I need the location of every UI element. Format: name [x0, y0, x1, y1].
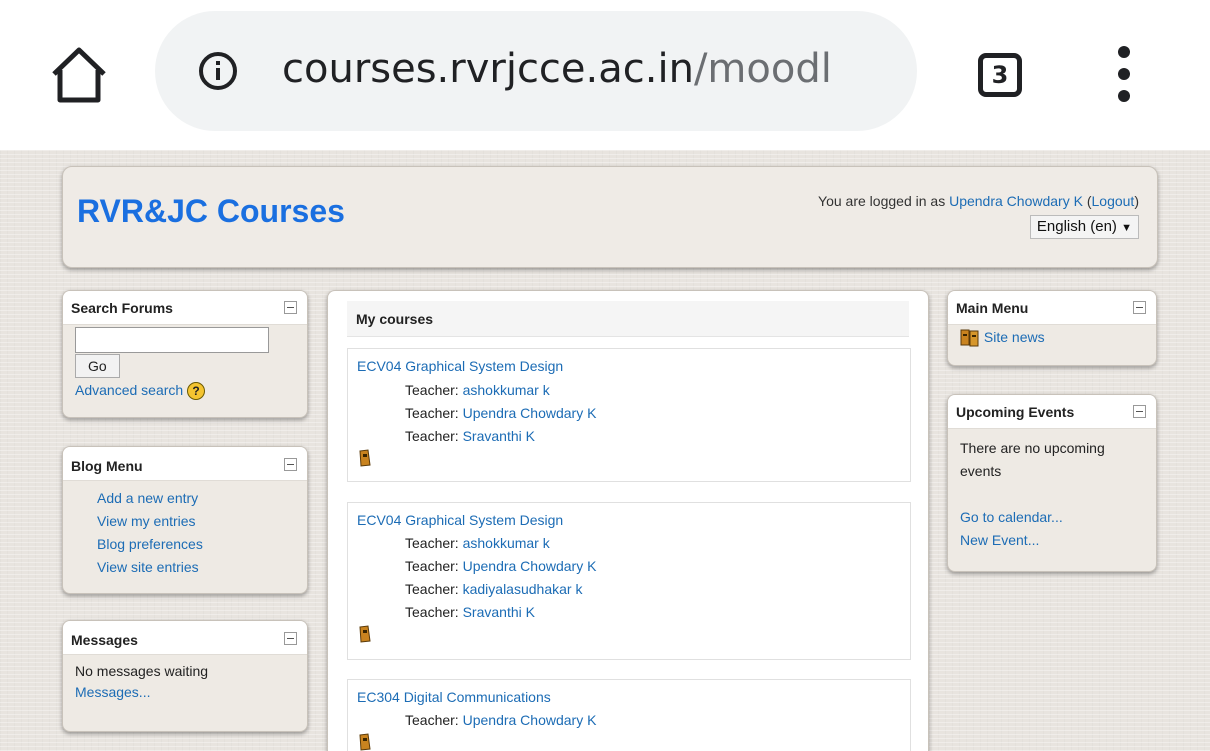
language-value: English (en) [1036, 218, 1117, 235]
moodle-page: RVR&JC Courses You are logged in as Upen… [0, 150, 1210, 751]
upcoming-events-block: Upcoming Events There are no upcoming ev… [947, 394, 1157, 572]
block-header: Blog Menu [63, 447, 307, 481]
teacher-label: Teacher: [405, 581, 463, 597]
teacher-link[interactable]: Upendra Chowdary K [463, 405, 597, 421]
home-icon[interactable] [48, 44, 110, 106]
block-title: Search Forums [71, 300, 173, 316]
teacher-link[interactable]: ashokkumar k [463, 382, 550, 398]
block-header: Search Forums [63, 291, 307, 325]
collapse-icon[interactable] [284, 632, 297, 645]
teacher-row: Teacher: Sravanthi K [405, 428, 535, 444]
url-text[interactable]: courses.rvrjcce.ac.in/moodl [282, 39, 832, 99]
go-to-calendar-link[interactable]: Go to calendar... [960, 506, 1144, 529]
teacher-label: Teacher: [405, 712, 463, 728]
teacher-row: Teacher: Sravanthi K [405, 604, 535, 620]
overflow-menu-icon[interactable] [1112, 42, 1136, 106]
url-path: /moodl [693, 46, 832, 92]
tabs-icon[interactable]: 3 [978, 53, 1022, 97]
block-header: Upcoming Events [948, 395, 1156, 429]
url-host: courses.rvrjcce.ac.in [282, 46, 694, 92]
course-link[interactable]: ECV04 Graphical System Design [357, 358, 563, 374]
teacher-link[interactable]: Upendra Chowdary K [463, 712, 597, 728]
forum-icon [960, 329, 980, 347]
blog-add-entry-link[interactable]: Add a new entry [97, 487, 307, 510]
logout-link[interactable]: Logout [1092, 193, 1135, 209]
block-header: Main Menu [948, 291, 1156, 325]
course-link[interactable]: EC304 Digital Communications [357, 689, 551, 705]
block-title: Blog Menu [71, 458, 143, 474]
teacher-row: Teacher: Upendra Chowdary K [405, 712, 596, 728]
teacher-label: Teacher: [405, 428, 463, 444]
course-item: ECV04 Graphical System Design Teacher: a… [347, 502, 911, 660]
teacher-link[interactable]: Sravanthi K [463, 604, 535, 620]
login-info: You are logged in as Upendra Chowdary K … [818, 193, 1139, 209]
teacher-label: Teacher: [405, 535, 463, 551]
messages-block: Messages No messages waiting Messages... [62, 620, 308, 732]
assignment-icon[interactable] [358, 733, 372, 751]
assignment-icon[interactable] [358, 625, 372, 643]
tab-count: 3 [991, 61, 1009, 89]
my-courses-header: My courses [347, 301, 909, 337]
search-input[interactable] [75, 327, 269, 353]
chevron-down-icon: ▼ [1121, 222, 1132, 234]
course-item: ECV04 Graphical System Design Teacher: a… [347, 348, 911, 482]
logout-close: ) [1134, 193, 1139, 209]
main-menu-block: Main Menu Site news [947, 290, 1157, 366]
teacher-label: Teacher: [405, 405, 463, 421]
teacher-link[interactable]: Sravanthi K [463, 428, 535, 444]
events-status: There are no upcoming events [960, 440, 1105, 479]
advanced-search-link[interactable]: Advanced search [75, 382, 183, 398]
block-title: Upcoming Events [956, 404, 1075, 420]
collapse-icon[interactable] [284, 458, 297, 471]
site-header: RVR&JC Courses You are logged in as Upen… [62, 166, 1158, 268]
browser-toolbar: courses.rvrjcce.ac.in/moodl 3 [0, 0, 1210, 150]
messages-link[interactable]: Messages... [75, 682, 295, 703]
teacher-link[interactable]: kadiyalasudhakar k [463, 581, 583, 597]
block-title: Main Menu [956, 300, 1029, 316]
blog-view-site-entries-link[interactable]: View site entries [97, 556, 307, 579]
block-header: Messages [63, 621, 307, 655]
my-courses-title: My courses [356, 311, 434, 327]
collapse-icon[interactable] [1133, 405, 1146, 418]
search-forums-block: Search Forums Go Advanced search ? [62, 290, 308, 418]
teacher-label: Teacher: [405, 558, 463, 574]
address-bar[interactable]: courses.rvrjcce.ac.in/moodl [155, 11, 917, 131]
course-item: EC304 Digital Communications Teacher: Up… [347, 679, 911, 751]
teacher-row: Teacher: kadiyalasudhakar k [405, 581, 582, 597]
teacher-row: Teacher: ashokkumar k [405, 382, 550, 398]
collapse-icon[interactable] [1133, 301, 1146, 314]
course-link[interactable]: ECV04 Graphical System Design [357, 512, 563, 528]
site-news-link[interactable]: Site news [984, 329, 1045, 345]
my-courses-panel: My courses ECV04 Graphical System Design… [327, 290, 929, 751]
messages-status: No messages waiting [75, 663, 209, 679]
blog-preferences-link[interactable]: Blog preferences [97, 533, 307, 556]
collapse-icon[interactable] [284, 301, 297, 314]
login-prefix: You are logged in as [818, 193, 950, 209]
logout-open: ( [1082, 193, 1092, 209]
teacher-row: Teacher: Upendra Chowdary K [405, 558, 596, 574]
blog-view-my-entries-link[interactable]: View my entries [97, 510, 307, 533]
teacher-row: Teacher: ashokkumar k [405, 535, 550, 551]
blog-menu-block: Blog Menu Add a new entry View my entrie… [62, 446, 308, 594]
new-event-link[interactable]: New Event... [960, 529, 1144, 552]
teacher-label: Teacher: [405, 382, 463, 398]
teacher-row: Teacher: Upendra Chowdary K [405, 405, 596, 421]
user-link[interactable]: Upendra Chowdary K [949, 193, 1083, 209]
teacher-link[interactable]: Upendra Chowdary K [463, 558, 597, 574]
info-icon[interactable] [198, 51, 238, 91]
language-select[interactable]: English (en) ▼ [1029, 215, 1139, 239]
help-icon[interactable]: ? [187, 382, 206, 401]
go-button[interactable]: Go [75, 354, 120, 378]
teacher-link[interactable]: ashokkumar k [463, 535, 550, 551]
block-title: Messages [71, 632, 138, 648]
site-title[interactable]: RVR&JC Courses [77, 193, 345, 230]
teacher-label: Teacher: [405, 604, 463, 620]
assignment-icon[interactable] [358, 449, 372, 467]
